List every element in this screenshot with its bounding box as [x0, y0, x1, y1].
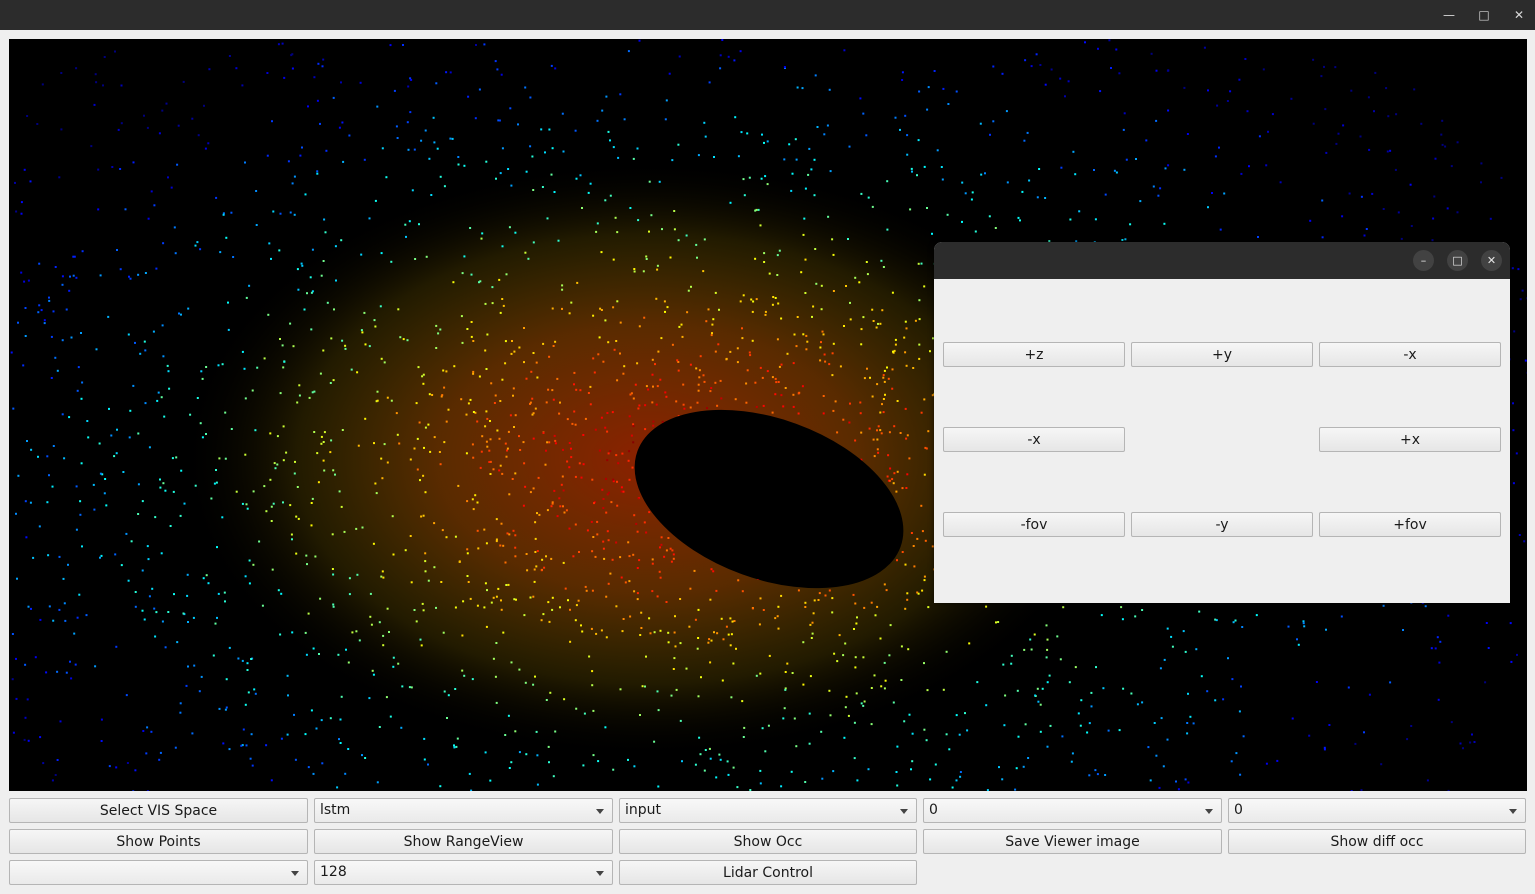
minus-fov-button[interactable]: -fov — [943, 512, 1125, 537]
empty-select[interactable] — [9, 860, 308, 885]
show-rangeview-button[interactable]: Show RangeView — [314, 829, 613, 854]
chevron-down-icon — [900, 809, 908, 814]
chevron-down-icon — [596, 809, 604, 814]
maximize-icon[interactable]: □ — [1447, 250, 1468, 271]
close-icon[interactable]: ✕ — [1481, 250, 1502, 271]
chevron-down-icon — [1205, 809, 1213, 814]
show-points-button[interactable]: Show Points — [9, 829, 308, 854]
show-occ-button[interactable]: Show Occ — [619, 829, 917, 854]
dialog-titlebar: – □ ✕ — [934, 242, 1510, 279]
index-select-2-value: 0 — [1234, 802, 1243, 818]
minimize-icon[interactable]: — — [1431, 0, 1467, 30]
plus-x-button[interactable]: +x — [1319, 427, 1501, 452]
model-select-value: lstm — [320, 802, 351, 818]
select-vis-space-button[interactable]: Select VIS Space — [9, 798, 308, 823]
minus-x-top-button[interactable]: -x — [1319, 342, 1501, 367]
index-select-1-value: 0 — [929, 802, 938, 818]
resolution-select-value: 128 — [320, 864, 347, 880]
maximize-icon[interactable]: □ — [1466, 0, 1502, 30]
show-diff-occ-button[interactable]: Show diff occ — [1228, 829, 1526, 854]
plus-z-button[interactable]: +z — [943, 342, 1125, 367]
plus-fov-button[interactable]: +fov — [1319, 512, 1501, 537]
index-select-1[interactable]: 0 — [923, 798, 1222, 823]
source-select[interactable]: input — [619, 798, 917, 823]
index-select-2[interactable]: 0 — [1228, 798, 1526, 823]
lidar-control-button[interactable]: Lidar Control — [619, 860, 917, 885]
model-select[interactable]: lstm — [314, 798, 613, 823]
chevron-down-icon — [596, 871, 604, 876]
minus-x-button[interactable]: -x — [943, 427, 1125, 452]
minimize-icon[interactable]: – — [1413, 250, 1434, 271]
source-select-value: input — [625, 802, 662, 818]
chevron-down-icon — [291, 871, 299, 876]
minus-y-button[interactable]: -y — [1131, 512, 1313, 537]
window-titlebar: — □ ✕ — [0, 0, 1535, 30]
close-icon[interactable]: ✕ — [1501, 0, 1535, 30]
plus-y-button[interactable]: +y — [1131, 342, 1313, 367]
save-viewer-image-button[interactable]: Save Viewer image — [923, 829, 1222, 854]
chevron-down-icon — [1509, 809, 1517, 814]
lidar-control-dialog: – □ ✕ +z +y -x -x +x -fov -y +fov — [934, 242, 1510, 603]
resolution-select[interactable]: 128 — [314, 860, 613, 885]
